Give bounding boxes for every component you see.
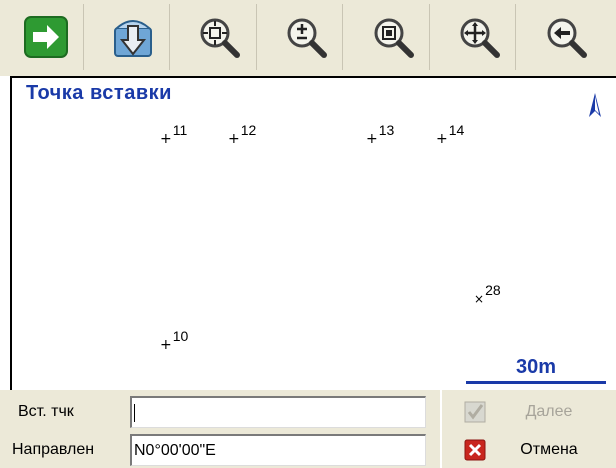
map-title: Точка вставки	[26, 82, 172, 104]
point-marker: +	[160, 337, 172, 353]
pan-move-icon	[460, 18, 501, 58]
cancel-button[interactable]: Отмена	[456, 434, 608, 466]
point-label: 12	[240, 122, 257, 138]
next-arrow-button[interactable]	[10, 4, 84, 70]
back-button[interactable]	[529, 4, 603, 70]
zoom-in-out-button[interactable]	[270, 4, 344, 70]
point-marker: +	[436, 131, 448, 147]
next-button[interactable]: Далее	[456, 396, 608, 428]
point-14[interactable]: +14	[436, 122, 464, 147]
map-canvas[interactable]: Точка вставки +11 +12 +13 +14 ×28 +10 30…	[10, 76, 616, 390]
point-marker: +	[160, 131, 172, 147]
green-arrow-right-icon	[24, 16, 69, 58]
divider	[440, 390, 442, 468]
checkmark-icon	[460, 401, 490, 423]
next-button-label: Далее	[525, 403, 573, 420]
point-label: 13	[378, 122, 395, 138]
north-arrow-icon	[589, 93, 601, 117]
zoom-window-button[interactable]	[356, 4, 430, 70]
direction-value: N0°00'00"E	[134, 442, 216, 459]
direction-input[interactable]: N0°00'00"E	[130, 434, 426, 466]
point-label: 10	[172, 328, 189, 344]
point-label: 14	[448, 122, 465, 138]
toolbar	[0, 0, 616, 76]
point-label: 11	[172, 122, 188, 138]
insert-point-input[interactable]	[130, 396, 426, 428]
point-label: 28	[485, 282, 501, 298]
pan-button[interactable]	[443, 4, 517, 70]
direction-row: Направлен N0°00'00"E Отмена	[0, 432, 616, 468]
insert-point-row: Вст. тчк Далее	[0, 394, 616, 430]
zoom-window-icon	[374, 18, 414, 58]
point-10[interactable]: +10	[160, 328, 188, 353]
point-marker: +	[366, 131, 378, 147]
cancel-button-label: Отмена	[520, 441, 578, 458]
direction-label: Направлен	[12, 441, 95, 458]
scale-bar-line	[466, 381, 606, 384]
red-x-icon	[460, 439, 490, 461]
zoom-extents-button[interactable]	[183, 4, 257, 70]
point-28[interactable]: ×28	[474, 282, 501, 306]
zoom-plus-minus-icon	[287, 18, 328, 58]
text-caret	[134, 404, 135, 422]
point-12[interactable]: +12	[228, 122, 256, 147]
zoom-previous-icon	[547, 18, 588, 58]
download-arrow-icon	[113, 20, 152, 57]
point-11[interactable]: +11	[160, 122, 187, 147]
save-download-button[interactable]	[97, 4, 171, 70]
point-marker: +	[228, 131, 240, 147]
zoom-extents-icon	[200, 18, 241, 58]
point-marker: ×	[474, 292, 485, 306]
scale-bar: 30m	[466, 356, 606, 384]
insert-point-label: Вст. тчк	[18, 403, 74, 420]
scale-label: 30m	[515, 356, 557, 378]
point-13[interactable]: +13	[366, 122, 394, 147]
bottom-form: Вст. тчк Далее Направлен N0°00'00"E Отме…	[0, 390, 616, 468]
